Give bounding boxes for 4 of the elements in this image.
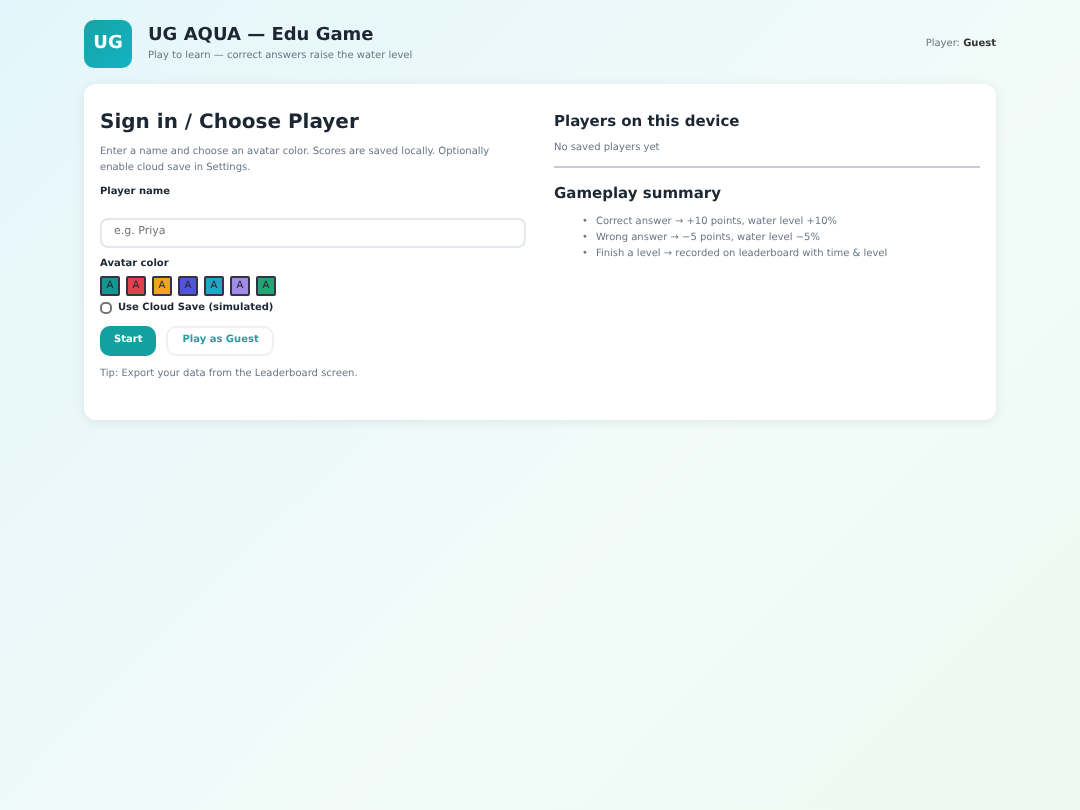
app-title: UG AQUA — Edu Game	[148, 26, 376, 46]
logo-badge: UG	[84, 20, 132, 68]
cloud-save-checkbox[interactable]	[100, 301, 112, 313]
section-title: Sign in / Choose Player	[100, 112, 361, 134]
